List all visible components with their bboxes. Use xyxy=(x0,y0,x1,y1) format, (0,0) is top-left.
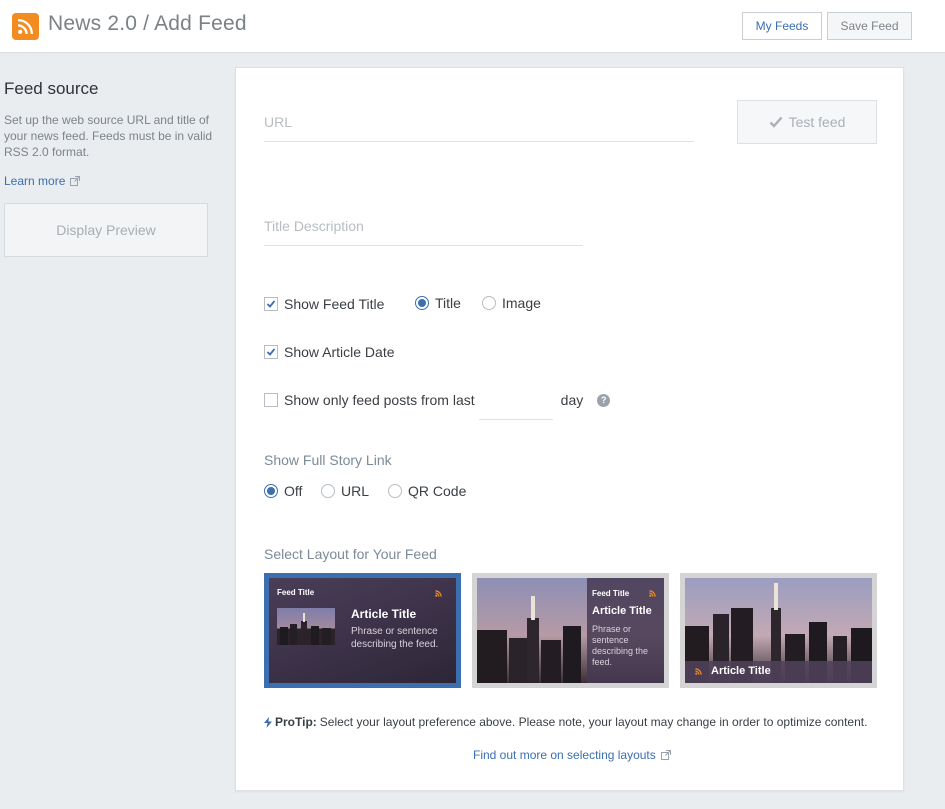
layout-3-article-title: Article Title xyxy=(711,665,771,677)
layout-2-rss-icon xyxy=(649,590,656,597)
page-title: News 2.0 / Add Feed xyxy=(48,12,247,35)
sidebar-description: Set up the web source URL and title of y… xyxy=(4,113,213,159)
show-only-last-label: Show only feed posts from last xyxy=(284,392,475,408)
layout-1-rss-icon xyxy=(435,590,442,597)
days-input[interactable] xyxy=(478,394,553,420)
sidebar-title: Feed source xyxy=(4,79,99,98)
rss-icon xyxy=(12,13,39,40)
url-input[interactable]: URL xyxy=(264,114,694,142)
layout-option-3[interactable]: Article Title xyxy=(680,573,877,688)
protip-label: ProTip: xyxy=(275,715,317,729)
top-bar: News 2.0 / Add Feed My Feeds Save Feed xyxy=(0,0,945,53)
select-layout-label: Select Layout for Your Feed xyxy=(264,546,437,562)
title-description-input[interactable]: Title Description xyxy=(264,218,583,246)
full-story-radio-qr-label: QR Code xyxy=(408,483,467,499)
full-story-link-label: Show Full Story Link xyxy=(264,452,392,468)
protip: ProTip: Select your layout preference ab… xyxy=(264,715,867,729)
show-feed-title-label: Show Feed Title xyxy=(284,296,385,312)
display-preview-button[interactable]: Display Preview xyxy=(4,203,208,257)
layout-1-article-title: Article Title xyxy=(351,607,417,621)
url-placeholder: URL xyxy=(264,114,293,130)
feed-title-radio-title-label: Title xyxy=(435,295,461,311)
checkmark-icon xyxy=(769,116,782,128)
days-unit-label: day xyxy=(560,392,584,408)
external-link-icon xyxy=(70,176,81,186)
test-feed-label: Test feed xyxy=(788,114,846,130)
layout-3-rss-icon xyxy=(695,668,702,675)
feed-title-radio-image[interactable] xyxy=(482,296,496,310)
layout-option-2[interactable]: Feed Title Article Title Phrase or sente… xyxy=(472,573,669,688)
learn-more-link[interactable]: Learn more xyxy=(4,174,81,188)
full-story-radio-off-label: Off xyxy=(284,483,303,499)
layout-2-description: Phrase or sentence describing the feed. xyxy=(592,624,649,667)
help-icon[interactable]: ? xyxy=(597,393,611,407)
full-story-radio-qr[interactable] xyxy=(388,484,402,498)
show-only-last-checkbox[interactable] xyxy=(264,393,278,407)
show-article-date-checkbox[interactable] xyxy=(264,345,278,359)
layout-1-description: Phrase or sentence describing the feed. xyxy=(351,626,439,650)
save-feed-button[interactable]: Save Feed xyxy=(827,12,912,40)
layout-1-feed-title: Feed Title xyxy=(277,588,315,597)
layout-2-city-image xyxy=(477,596,581,683)
find-more-label: Find out more on selecting layouts xyxy=(473,748,656,762)
show-feed-title-checkbox[interactable] xyxy=(264,297,278,311)
layout-2-feed-title: Feed Title xyxy=(592,589,630,598)
find-more-layouts-link[interactable]: Find out more on selecting layouts xyxy=(473,748,671,762)
full-story-radio-off[interactable] xyxy=(264,484,278,498)
protip-text: Select your layout preference above. Ple… xyxy=(319,715,868,729)
lightning-icon xyxy=(264,716,272,728)
full-story-radio-url[interactable] xyxy=(321,484,335,498)
test-feed-button[interactable]: Test feed xyxy=(737,100,877,144)
my-feeds-button[interactable]: My Feeds xyxy=(742,12,822,40)
feed-title-radio-image-label: Image xyxy=(502,295,541,311)
layout-2-article-title: Article Title xyxy=(592,605,652,617)
feed-title-radio-title[interactable] xyxy=(415,296,429,310)
external-link-icon xyxy=(660,750,671,760)
layout-option-1[interactable]: Feed Title Article Title Phrase or sente… xyxy=(264,573,461,688)
layout-1-thumbnail xyxy=(277,608,335,645)
feed-form-panel: URL Test feed Title Description Show Fee… xyxy=(235,67,904,791)
full-story-radio-url-label: URL xyxy=(341,483,370,499)
title-placeholder: Title Description xyxy=(264,218,364,234)
show-article-date-label: Show Article Date xyxy=(284,344,395,360)
learn-more-label: Learn more xyxy=(4,174,66,188)
